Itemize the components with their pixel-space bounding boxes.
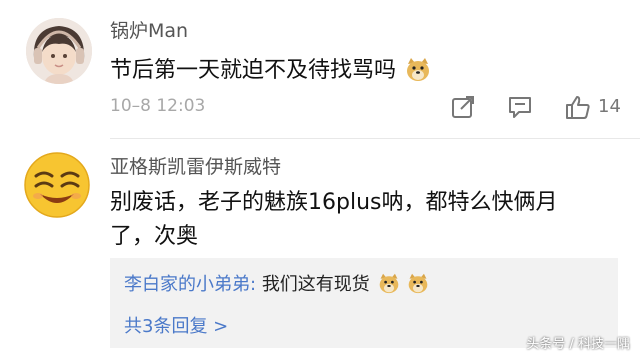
comment-2-username[interactable]: 亚格斯凯雷伊斯威特 (110, 152, 281, 179)
watermark: 头条号 / 科技一隅 (526, 337, 630, 352)
doge-emoji-icon (379, 273, 398, 294)
doge-emoji-icon (408, 273, 428, 294)
view-all-replies-link[interactable]: 共3条回复 > (124, 312, 228, 338)
reply-text: 我们这有现货 (261, 274, 370, 295)
thumbs-up-icon[interactable] (565, 94, 591, 120)
reply-author[interactable]: 李白家的小弟弟: (124, 274, 256, 295)
smiley-avatar-icon (24, 152, 90, 218)
share-icon[interactable] (450, 94, 476, 120)
user-avatar-1[interactable] (26, 18, 92, 84)
comment-1-body: 节后第一天就迫不及待找骂吗 (110, 58, 397, 83)
comment-divider (110, 138, 640, 139)
comment-1-username[interactable]: 锅炉Man (110, 16, 188, 43)
comment-1-timestamp: 10–8 12:03 (110, 96, 206, 116)
doge-emoji-icon (407, 58, 430, 81)
comment-2-text: 别废话，老子的魅族16plus呐，都特么快俩月了，次奥 (110, 190, 558, 249)
user-avatar-2[interactable] (24, 152, 90, 218)
comment-1-text: 节后第一天就迫不及待找骂吗 (110, 54, 431, 88)
reply-line: 李白家的小弟弟: 我们这有现货 (124, 270, 429, 296)
like-count: 14 (598, 96, 621, 117)
comment-icon[interactable] (507, 94, 533, 120)
avatar-illustration-icon (26, 18, 92, 84)
